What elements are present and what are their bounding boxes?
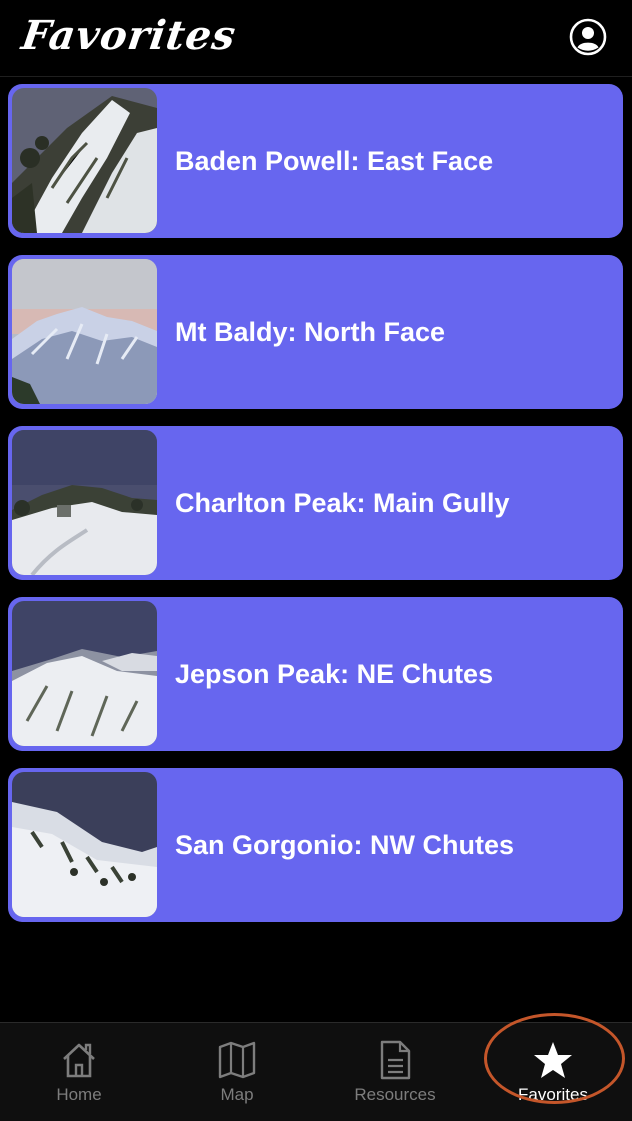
favorite-card-baden-powell[interactable]: Baden Powell: East Face bbox=[8, 84, 623, 238]
favorite-card-charlton-peak[interactable]: Charlton Peak: Main Gully bbox=[8, 426, 623, 580]
map-icon bbox=[217, 1039, 257, 1081]
favorite-card-label: Baden Powell: East Face bbox=[175, 146, 494, 176]
home-indicator bbox=[0, 1108, 632, 1120]
person-circle-icon bbox=[569, 18, 607, 56]
snowy-slope-photo bbox=[12, 601, 157, 746]
snow-meadow-photo bbox=[12, 430, 157, 575]
tab-label: Resources bbox=[354, 1085, 436, 1104]
favorite-card-label: Charlton Peak: Main Gully bbox=[175, 488, 510, 518]
tab-label: Map bbox=[220, 1085, 254, 1104]
tab-home[interactable]: Home bbox=[0, 1023, 158, 1121]
snowy-ridge-photo bbox=[12, 88, 157, 233]
page-title: Favorites bbox=[18, 12, 240, 59]
favorite-card-label: Jepson Peak: NE Chutes bbox=[175, 659, 494, 689]
tab-label: Home bbox=[56, 1085, 102, 1104]
favorite-card-label: Mt Baldy: North Face bbox=[175, 317, 446, 347]
alpenglow-mountain-photo bbox=[12, 259, 157, 404]
app-header: Favorites bbox=[0, 0, 632, 77]
profile-button[interactable] bbox=[569, 18, 607, 56]
active-tab-highlight bbox=[484, 1013, 625, 1104]
tab-resources[interactable]: Resources bbox=[316, 1023, 474, 1121]
document-icon bbox=[375, 1039, 415, 1081]
tab-map[interactable]: Map bbox=[158, 1023, 316, 1121]
house-icon bbox=[59, 1039, 99, 1081]
favorite-card-label: San Gorgonio: NW Chutes bbox=[175, 830, 514, 860]
favorite-card-jepson-peak[interactable]: Jepson Peak: NE Chutes bbox=[8, 597, 623, 751]
favorite-card-mt-baldy[interactable]: Mt Baldy: North Face bbox=[8, 255, 623, 409]
favorite-card-san-gorgonio[interactable]: San Gorgonio: NW Chutes bbox=[8, 768, 623, 922]
snowy-bowl-photo bbox=[12, 772, 157, 917]
